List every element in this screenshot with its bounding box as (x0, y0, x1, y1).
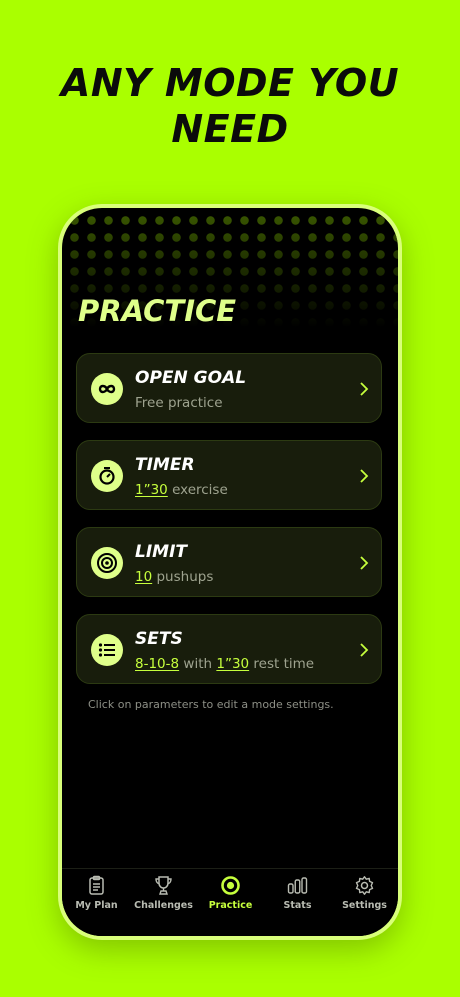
mode-card-timer[interactable]: TIMER 1”30 exercise (76, 440, 382, 510)
target-icon (91, 547, 123, 579)
tab-challenges[interactable]: Challenges (130, 869, 197, 936)
mode-card-limit[interactable]: LIMIT 10 pushups (76, 527, 382, 597)
phone-frame: PRACTICE OPEN GOAL Free practice TIMER 1… (58, 204, 402, 940)
tab-label: Challenges (134, 900, 193, 911)
mode-name: SETS (135, 629, 183, 649)
mode-description: 1”30 exercise (135, 482, 228, 498)
mode-name: TIMER (135, 455, 195, 475)
mode-name: LIMIT (135, 542, 187, 562)
tab-practice[interactable]: Practice (197, 869, 264, 936)
hint-text: Click on parameters to edit a mode setti… (88, 698, 334, 711)
limit-count-parameter[interactable]: 10 (135, 569, 152, 585)
list-icon (91, 634, 123, 666)
tab-label: My Plan (75, 900, 118, 911)
tab-settings[interactable]: Settings (331, 869, 398, 936)
practice-icon (221, 876, 240, 895)
headline: ANY MODE YOU NEED (60, 61, 400, 151)
stats-icon (287, 877, 308, 894)
page-title: PRACTICE (78, 294, 237, 328)
tab-label: Practice (208, 900, 253, 911)
tab-label: Stats (283, 900, 312, 911)
mode-description: 8-10-8 with 1”30 rest time (135, 656, 315, 672)
mode-card-open-goal[interactable]: OPEN GOAL Free practice (76, 353, 382, 423)
app-screen: PRACTICE OPEN GOAL Free practice TIMER 1… (62, 208, 398, 936)
tab-stats[interactable]: Stats (264, 869, 331, 936)
chevron-right-icon (360, 382, 369, 396)
gear-icon (355, 876, 374, 895)
timer-icon (91, 460, 123, 492)
mode-description: 10 pushups (135, 569, 214, 585)
clipboard-icon (89, 875, 104, 895)
sets-reps-parameter[interactable]: 8-10-8 (135, 656, 179, 672)
infinity-icon (91, 373, 123, 405)
timer-duration-parameter[interactable]: 1”30 (135, 482, 168, 498)
mode-card-sets[interactable]: SETS 8-10-8 with 1”30 rest time (76, 614, 382, 684)
chevron-right-icon (360, 643, 369, 657)
chevron-right-icon (360, 556, 369, 570)
trophy-icon (155, 876, 172, 895)
rest-time-parameter[interactable]: 1”30 (216, 656, 249, 672)
mode-description: Free practice (135, 395, 223, 411)
tab-bar: My Plan Challenges Practice Stats Settin… (62, 868, 398, 936)
tab-my-plan[interactable]: My Plan (63, 869, 130, 936)
tab-label: Settings (342, 900, 387, 911)
mode-name: OPEN GOAL (135, 368, 247, 388)
chevron-right-icon (360, 469, 369, 483)
